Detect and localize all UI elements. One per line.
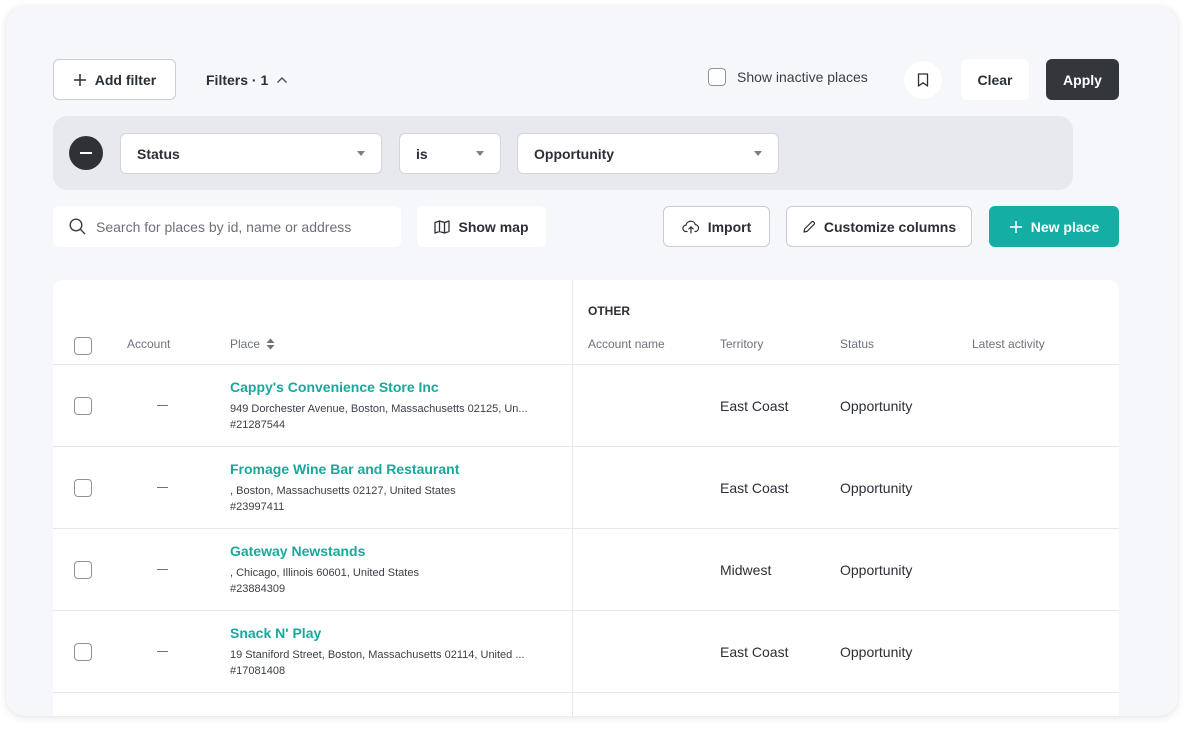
territory-cell: Midwest xyxy=(720,562,772,578)
place-address: , Boston, Massachusetts 02127, United St… xyxy=(230,485,456,497)
column-header-account-name-label: Account name xyxy=(588,337,665,351)
import-button[interactable]: Import xyxy=(663,206,770,247)
column-header-status-label: Status xyxy=(840,337,875,351)
select-all-checkbox[interactable] xyxy=(74,337,92,355)
row-checkbox[interactable] xyxy=(74,397,92,415)
new-place-button[interactable]: New place xyxy=(989,206,1119,247)
place-name-link[interactable]: Fromage Wine Bar and Restaurant xyxy=(230,461,459,477)
table-row[interactable]: Gateway Newstands , Chicago, Illinois 60… xyxy=(53,529,1119,611)
caret-down-icon xyxy=(357,151,365,156)
column-header-status[interactable]: Status xyxy=(840,337,874,351)
clear-label: Clear xyxy=(977,71,1013,88)
column-group-other: OTHER xyxy=(588,304,630,318)
filter-field-select[interactable]: Status xyxy=(120,133,382,174)
status-cell: Opportunity xyxy=(840,480,913,496)
add-filter-button[interactable]: Add filter xyxy=(53,59,176,100)
row-checkbox[interactable] xyxy=(74,479,92,497)
empty-account-dash xyxy=(157,405,168,406)
places-panel: Add filter Filters · 1 Show inactive pla… xyxy=(6,6,1178,716)
show-inactive-label: Show inactive places xyxy=(737,69,868,85)
plus-icon xyxy=(1009,220,1023,234)
new-place-label: New place xyxy=(1030,218,1100,235)
place-address: 19 Staniford Street, Boston, Massachuset… xyxy=(230,649,525,661)
clear-button[interactable]: Clear xyxy=(961,59,1029,100)
cloud-upload-icon xyxy=(682,220,700,234)
status-cell: Opportunity xyxy=(840,562,913,578)
sort-icon[interactable] xyxy=(266,338,275,350)
show-map-label: Show map xyxy=(458,218,529,235)
show-inactive-checkbox[interactable] xyxy=(708,68,726,86)
filters-label: Filters · 1 xyxy=(206,71,269,88)
place-id: #23997411 xyxy=(230,501,285,513)
search-input[interactable] xyxy=(96,218,376,235)
territory-cell: East Coast xyxy=(720,480,789,496)
status-cell: Opportunity xyxy=(840,398,913,414)
apply-label: Apply xyxy=(1063,71,1102,88)
column-header-account-label: Account xyxy=(127,337,171,351)
place-id: #21287544 xyxy=(230,419,286,431)
pencil-icon xyxy=(802,220,816,234)
add-filter-label: Add filter xyxy=(94,71,157,88)
search-box xyxy=(53,206,401,247)
caret-down-icon xyxy=(754,151,762,156)
column-header-latest-activity[interactable]: Latest activity xyxy=(972,337,1045,351)
row-checkbox[interactable] xyxy=(74,643,92,661)
place-id: #17081408 xyxy=(230,665,286,677)
chevron-up-icon xyxy=(276,76,288,84)
filter-value-value: Opportunity xyxy=(534,145,615,162)
import-label: Import xyxy=(707,218,752,235)
caret-down-icon xyxy=(476,151,484,156)
filter-row: Status is Opportunity xyxy=(53,116,1073,190)
column-header-account[interactable]: Account xyxy=(127,337,170,351)
status-cell: Opportunity xyxy=(840,644,913,660)
show-map-button[interactable]: Show map xyxy=(417,206,546,247)
show-inactive-toggle[interactable]: Show inactive places xyxy=(708,68,868,86)
territory-cell: East Coast xyxy=(720,644,789,660)
place-name-link[interactable]: Snack N' Play xyxy=(230,625,321,641)
table-row[interactable]: Snack N' Play 19 Staniford Street, Bosto… xyxy=(53,611,1119,693)
apply-button[interactable]: Apply xyxy=(1046,59,1119,100)
remove-filter-button[interactable] xyxy=(69,136,103,170)
filters-toggle[interactable]: Filters · 1 xyxy=(206,59,288,100)
column-header-latest-activity-label: Latest activity xyxy=(972,337,1045,351)
row-checkbox[interactable] xyxy=(74,561,92,579)
customize-columns-button[interactable]: Customize columns xyxy=(786,206,972,247)
map-icon xyxy=(434,219,451,234)
table-row[interactable]: Cappy's Convenience Store Inc 949 Dorche… xyxy=(53,365,1119,447)
places-table: OTHER Account Place Account name Territo… xyxy=(53,280,1119,716)
place-address: , Chicago, Illinois 60601, United States xyxy=(230,567,419,579)
empty-account-dash xyxy=(157,651,168,652)
place-address: 949 Dorchester Avenue, Boston, Massachus… xyxy=(230,403,528,415)
plus-icon xyxy=(73,73,87,87)
territory-cell: East Coast xyxy=(720,398,789,414)
search-icon xyxy=(69,218,86,235)
column-header-territory[interactable]: Territory xyxy=(720,337,763,351)
place-id: #23884309 xyxy=(230,583,286,595)
filter-operator-value: is xyxy=(416,145,428,162)
minus-icon xyxy=(80,152,92,154)
bookmark-button[interactable] xyxy=(904,61,942,99)
column-header-territory-label: Territory xyxy=(720,337,764,351)
place-name-link[interactable]: Gateway Newstands xyxy=(230,543,365,559)
empty-account-dash xyxy=(157,487,168,488)
filter-field-value: Status xyxy=(137,145,180,162)
table-row[interactable]: Fromage Wine Bar and Restaurant , Boston… xyxy=(53,447,1119,529)
filter-value-select[interactable]: Opportunity xyxy=(517,133,779,174)
place-name-link[interactable]: Cappy's Convenience Store Inc xyxy=(230,379,439,395)
column-header-place[interactable]: Place xyxy=(230,337,275,351)
column-header-place-label: Place xyxy=(230,337,261,351)
empty-account-dash xyxy=(157,569,168,570)
bookmark-icon xyxy=(917,73,929,87)
customize-columns-label: Customize columns xyxy=(823,218,957,235)
filter-operator-select[interactable]: is xyxy=(399,133,501,174)
column-header-account-name[interactable]: Account name xyxy=(588,337,665,351)
